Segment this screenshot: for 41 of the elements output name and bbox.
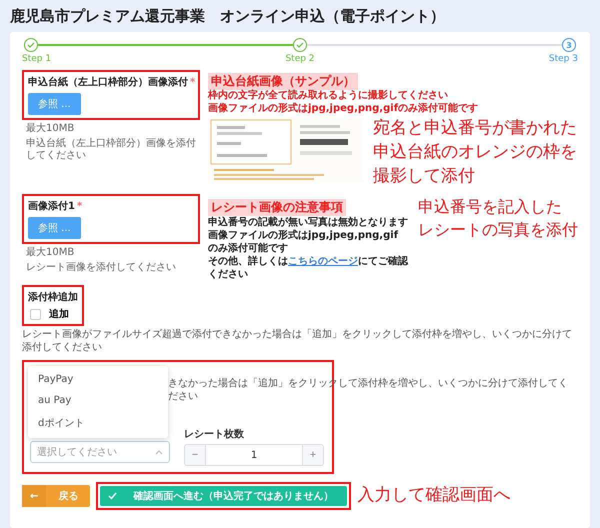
browse-button[interactable]: 参照 ...: [28, 93, 81, 115]
field-hint: 申込台紙（左上口枠部分）画像を添付してください: [26, 138, 196, 162]
back-button[interactable]: ← 戻る: [22, 485, 90, 508]
size-limit: 最大10MB: [26, 123, 76, 135]
section-heading: レシート画像の注意事項: [208, 199, 346, 216]
required-mark: *: [76, 201, 82, 212]
note-text: レシート画像がファイルサイズ超過で添付できなかった場合は「追加」をクリックして添付枠を増やし、いくつかに分けて添付してください: [22, 329, 573, 354]
annotation-text: 申込番号を記入した レシートの写真を添付: [418, 196, 578, 241]
field-label: 画像添付1: [28, 201, 75, 212]
confirm-button[interactable]: 確認画面へ進む（申込完了ではありません）: [100, 486, 348, 506]
dropdown-option[interactable]: PayPay: [28, 369, 168, 390]
step-label: Step 2: [285, 54, 315, 64]
page-link[interactable]: こちらのページ: [288, 256, 358, 268]
field-label: 申込台紙（左上口枠部分）画像添付: [28, 77, 188, 88]
add-checkbox[interactable]: 追加: [28, 307, 78, 322]
minus-button[interactable]: −: [184, 444, 206, 466]
note-text: 画像ファイルの形式はjpg,jpeg,png,gifのみ添付可能です: [208, 102, 480, 115]
caret-icon: [155, 450, 163, 455]
check-icon: [108, 492, 118, 500]
step-label: Step 1: [22, 54, 52, 64]
note-text: その他、詳しくはこちらのページにてご確認ください: [208, 255, 408, 282]
size-limit: 最大10MB: [26, 247, 76, 260]
count-input[interactable]: 1: [206, 444, 302, 466]
field-hint: レシート画像を添付してください: [26, 262, 177, 274]
browse-button[interactable]: 参照 ...: [28, 217, 81, 240]
plus-button[interactable]: +: [302, 444, 324, 466]
field-label: 添付枠追加: [28, 290, 78, 304]
required-mark: *: [190, 77, 196, 88]
page-title: 鹿児島市プレミアム還元事業 オンライン申込（電子ポイント）: [8, 6, 446, 27]
field-label: レシート枚数: [184, 428, 245, 442]
step-label: Step 3: [548, 54, 578, 64]
dropdown-option[interactable]: au Pay: [28, 390, 168, 412]
select-field[interactable]: 選択してください: [30, 441, 170, 464]
note-text: 枠内の文字が全て読み取れるように撮影してください: [208, 90, 449, 102]
section-heading: 申込台紙画像（サンプル）: [208, 73, 358, 90]
dropdown-option[interactable]: dポイント: [28, 411, 168, 436]
annotation-text: 入力して確認画面へ: [357, 484, 510, 508]
annotation-text: 宛名と申込番号が書かれた 申込台紙のオレンジの枠を 撮影して添付: [373, 117, 577, 188]
note-text: 申込番号の記載が無い写真は無効となります: [208, 216, 408, 230]
step-number: 3: [562, 38, 576, 52]
note-text: 画像ファイルの形式はjpg,jpeg,png,gifのみ添付可能です: [208, 229, 400, 256]
